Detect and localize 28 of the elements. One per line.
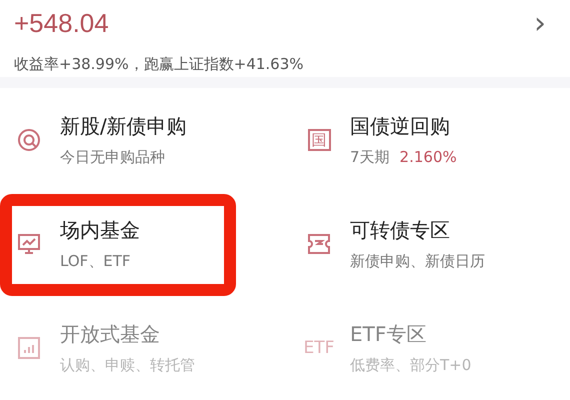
item-title: 新股/新债申购 — [60, 113, 187, 140]
item-subtitle: 7天期 — [350, 148, 390, 167]
item-subtitle: 低费率、部分T+0 — [350, 356, 472, 375]
glyph-icon: ETF — [304, 338, 334, 358]
menu-item[interactable]: 新股/新债申购 今日无申购品种 — [0, 88, 290, 192]
return-summary: 收益率+38.99%，跑赢上证指数+41.63% — [14, 55, 305, 74]
item-subtitle: 认购、申赎、转托管 — [60, 356, 195, 375]
ticket-icon — [307, 233, 331, 255]
menu-item[interactable]: 国 国债逆回购 7天期 2.160% — [290, 88, 570, 192]
item-title: 场内基金 — [60, 217, 140, 244]
menu-item[interactable]: 可转债专区 新债申购、新债日历 — [290, 192, 570, 296]
item-title: 开放式基金 — [60, 321, 161, 348]
item-subtitle: 今日无申购品种 — [60, 148, 165, 167]
rate-value: 2.160% — [400, 148, 457, 167]
item-title: ETF专区 — [350, 321, 428, 348]
item-subtitle: 新债申购、新债日历 — [350, 252, 485, 271]
bar-chart-icon — [18, 337, 40, 359]
item-title: 可转债专区 — [350, 217, 451, 244]
item-subtitle: LOF、ETF — [60, 252, 131, 271]
monitor-chart-icon — [17, 232, 41, 256]
target-icon — [17, 128, 41, 152]
chevron-right[interactable]: › — [534, 6, 556, 41]
glyph-icon: 国 — [308, 129, 330, 151]
menu-item[interactable]: 场内基金 LOF、ETF — [0, 192, 290, 296]
menu-item[interactable]: ETF ETF专区 低费率、部分T+0 — [290, 296, 570, 400]
profit-amount: +548.04 — [14, 8, 109, 39]
menu-item[interactable]: 开放式基金 认购、申赎、转托管 — [0, 296, 290, 400]
item-title: 国债逆回购 — [350, 113, 451, 140]
